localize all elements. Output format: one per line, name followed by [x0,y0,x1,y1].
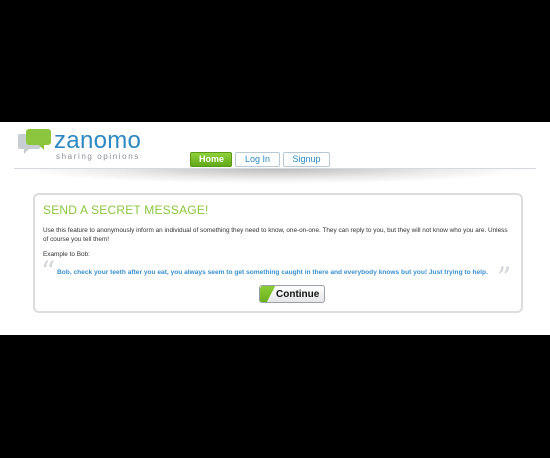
main-nav: Home Log In Signup [190,152,330,167]
continue-button[interactable]: Continue [259,285,325,303]
logo-tagline: sharing opinions [56,152,140,161]
open-quote-icon: “ [41,255,56,288]
header-divider [14,168,536,169]
nav-tab-signup[interactable]: Signup [283,152,330,167]
continue-button-label: Continue [276,289,320,300]
panel-description: Use this feature to anonymously inform a… [43,227,508,243]
nav-tab-login[interactable]: Log In [235,152,280,167]
close-quote-icon: ” [497,261,512,294]
continue-accent-icon [260,286,277,302]
page-content: zanomo sharing opinions Home Log In Sign… [0,122,550,335]
secret-message-panel: SEND A SECRET MESSAGE! Use this feature … [33,193,523,313]
example-quote: Bob, check your teeth after you eat, you… [57,269,488,276]
nav-tab-home[interactable]: Home [190,152,232,167]
speech-bubbles-logo-icon [18,129,51,154]
panel-title: SEND A SECRET MESSAGE! [43,203,209,217]
site-logo[interactable]: zanomo sharing opinions [18,128,158,162]
logo-wordmark: zanomo [54,127,142,154]
header-shadow [14,168,536,184]
